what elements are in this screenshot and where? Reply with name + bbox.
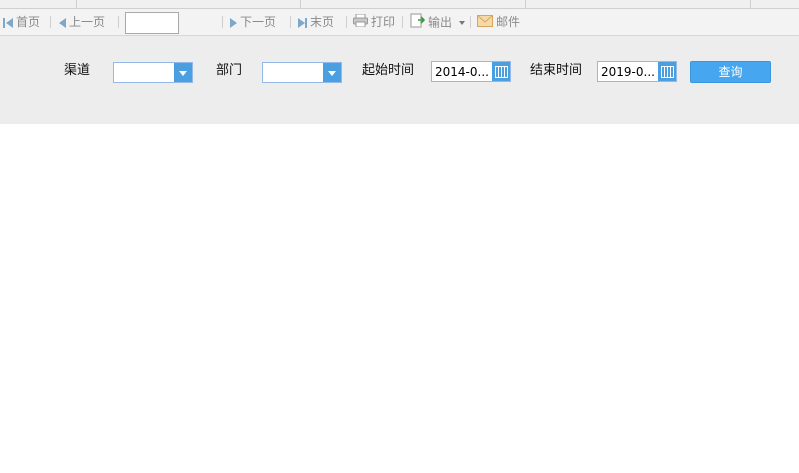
dept-label: 部门 [216, 63, 243, 78]
start-time-label: 起始时间 [362, 63, 415, 78]
chevron-down-icon[interactable] [174, 63, 192, 82]
printer-icon [353, 13, 368, 32]
channel-label: 渠道 [64, 63, 91, 78]
mail-button[interactable]: 邮件 [477, 13, 520, 31]
mail-icon [477, 14, 493, 32]
last-page-button[interactable]: 末页 [298, 13, 334, 31]
page-number-input[interactable] [125, 12, 179, 34]
next-page-button[interactable]: 下一页 [230, 13, 276, 31]
channel-select[interactable] [113, 62, 193, 83]
end-time-label: 结束时间 [530, 63, 583, 78]
prev-page-icon [59, 17, 66, 28]
export-dropdown[interactable]: 输出 [410, 13, 465, 31]
prev-page-button[interactable]: 上一页 [59, 13, 105, 31]
chevron-down-icon[interactable] [323, 63, 341, 82]
last-page-icon [298, 17, 305, 28]
top-header-strip [0, 0, 799, 9]
filter-panel: 渠道 部门 起始时间 2014-0... 结束时间 2019-0... 查询 [0, 36, 799, 124]
print-button[interactable]: 打印 [353, 13, 395, 31]
paging-toolbar: 首页 上一页 下一页 末页 打印 输出 邮件 [0, 9, 799, 36]
query-button[interactable]: 查询 [690, 61, 771, 83]
next-page-icon [230, 17, 237, 28]
start-date-field[interactable]: 2014-0... [431, 61, 511, 82]
end-date-field[interactable]: 2019-0... [597, 61, 677, 82]
export-icon [410, 13, 426, 33]
first-page-button[interactable]: 首页 [3, 13, 40, 31]
calendar-icon[interactable] [492, 62, 510, 81]
calendar-icon[interactable] [658, 62, 676, 81]
chevron-down-icon [458, 21, 465, 25]
first-page-icon [3, 17, 5, 28]
dept-select[interactable] [262, 62, 342, 83]
